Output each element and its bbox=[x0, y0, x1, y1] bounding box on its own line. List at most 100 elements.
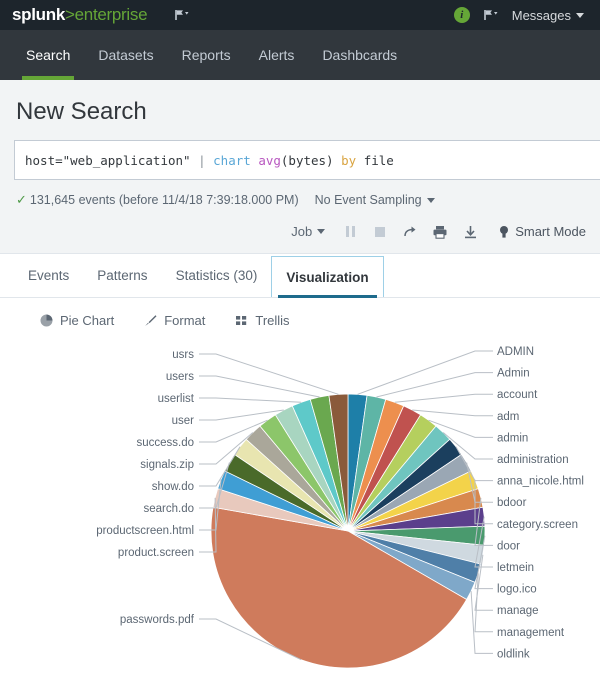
nav-item-datasets[interactable]: Datasets bbox=[84, 30, 167, 80]
tab-label: Visualization bbox=[286, 270, 368, 285]
pie-leader-line bbox=[358, 351, 493, 394]
job-label: Job bbox=[291, 224, 312, 239]
pie-slice-label: account bbox=[497, 389, 538, 401]
pie-slice-label: search.do bbox=[143, 503, 194, 515]
pie-leader-line bbox=[471, 591, 493, 653]
stop-button[interactable] bbox=[365, 221, 395, 243]
pie-slice-label: administration bbox=[497, 454, 569, 466]
download-icon bbox=[463, 225, 478, 239]
pie-chart-icon bbox=[40, 314, 53, 327]
print-icon bbox=[432, 225, 448, 239]
smart-mode-button[interactable]: Smart Mode bbox=[499, 224, 586, 239]
pie-leader-line bbox=[412, 410, 493, 416]
pie-chart-container: ADMINAdminaccountadmadminadministrationa… bbox=[0, 341, 600, 691]
pie-slice-label: product.screen bbox=[118, 547, 194, 559]
tab-label: Statistics (30) bbox=[176, 268, 258, 283]
check-icon: ✓ bbox=[16, 192, 27, 207]
result-tabs: Events Patterns Statistics (30) Visualiz… bbox=[0, 254, 600, 298]
lightbulb-icon bbox=[499, 225, 509, 239]
nav-label: Search bbox=[26, 47, 70, 63]
pause-icon bbox=[346, 226, 355, 237]
pause-button[interactable] bbox=[335, 221, 365, 243]
brand-bar: splunk>enterprise i Messages bbox=[0, 0, 600, 30]
chart-type-button[interactable]: Pie Chart bbox=[30, 310, 124, 331]
pie-slice-label: door bbox=[497, 540, 520, 552]
smart-mode-label: Smart Mode bbox=[515, 224, 586, 239]
format-button[interactable]: Format bbox=[134, 310, 215, 331]
pie-leader-line bbox=[395, 394, 493, 402]
export-button[interactable] bbox=[455, 221, 485, 243]
nav-item-dashboards[interactable]: Dashbcards bbox=[308, 30, 411, 80]
chevron-down-icon bbox=[317, 229, 325, 234]
trellis-button[interactable]: Trellis bbox=[225, 310, 299, 331]
query-token-host: host="web_application" bbox=[25, 153, 198, 168]
nav-label: Alerts bbox=[259, 47, 295, 63]
nav-item-search[interactable]: Search bbox=[12, 30, 84, 80]
pie-slice-label: letmein bbox=[497, 562, 534, 574]
logo-separator: > bbox=[65, 5, 75, 24]
page-title: New Search bbox=[14, 80, 586, 140]
query-token-by: by bbox=[341, 153, 364, 168]
format-label: Format bbox=[164, 313, 205, 328]
chevron-down-icon bbox=[576, 13, 584, 18]
chevron-down-icon bbox=[427, 198, 435, 203]
pie-slice-label: category.screen bbox=[497, 519, 578, 531]
visualization-toolbar: Pie Chart Format Trellis bbox=[0, 298, 600, 341]
nav-label: Reports bbox=[182, 47, 231, 63]
tab-label: Patterns bbox=[97, 268, 147, 283]
messages-menu[interactable]: Messages bbox=[512, 8, 588, 23]
pie-slice-label: ADMIN bbox=[497, 346, 534, 358]
chart-type-label: Pie Chart bbox=[60, 313, 114, 328]
event-count: ✓131,645 events (before 11/4/18 7:39:18.… bbox=[16, 192, 299, 208]
tab-events[interactable]: Events bbox=[14, 254, 83, 297]
splunk-logo[interactable]: splunk>enterprise bbox=[12, 5, 147, 25]
pie-slice-label: management bbox=[497, 627, 565, 639]
pie-leader-line bbox=[475, 573, 493, 632]
pie-slice-label: anna_nicole.html bbox=[497, 476, 584, 488]
pie-slice-label: signals.zip bbox=[140, 459, 194, 471]
tab-visualization[interactable]: Visualization bbox=[271, 256, 383, 297]
pie-chart[interactable]: ADMINAdminaccountadmadminadministrationa… bbox=[0, 341, 600, 691]
search-query-text: host="web_application" | chart avg(bytes… bbox=[25, 153, 394, 168]
query-token-bytes: (bytes) bbox=[281, 153, 341, 168]
search-input[interactable]: host="web_application" | chart avg(bytes… bbox=[14, 140, 600, 180]
query-token-pipe: | bbox=[198, 153, 213, 168]
pie-slice-label: passwords.pdf bbox=[120, 614, 195, 626]
pie-leader-line bbox=[199, 398, 301, 402]
pie-slice-label: userlist bbox=[158, 393, 195, 405]
nav-item-reports[interactable]: Reports bbox=[168, 30, 245, 80]
activity-flag-icon[interactable] bbox=[484, 9, 498, 21]
flag-dropdown-icon[interactable] bbox=[175, 9, 189, 21]
tab-patterns[interactable]: Patterns bbox=[83, 254, 161, 297]
tab-statistics[interactable]: Statistics (30) bbox=[162, 254, 272, 297]
pie-slice-label: oldlink bbox=[497, 648, 530, 660]
pie-leader-line bbox=[377, 373, 494, 397]
flag-icon bbox=[175, 9, 189, 21]
job-menu-button[interactable]: Job bbox=[281, 220, 335, 243]
logo-secondary: enterprise bbox=[75, 5, 148, 24]
grid-icon bbox=[235, 314, 248, 327]
pie-slice-label: manage bbox=[497, 605, 539, 617]
pie-slice-label: user bbox=[172, 415, 195, 427]
search-zone: New Search host="web_application" | char… bbox=[0, 80, 600, 254]
app-nav: Search Datasets Reports Alerts Dashbcard… bbox=[0, 30, 600, 80]
nav-item-alerts[interactable]: Alerts bbox=[245, 30, 309, 80]
event-sampling-dropdown[interactable]: No Event Sampling bbox=[315, 193, 435, 207]
brush-icon bbox=[144, 314, 157, 327]
pie-leader-line bbox=[199, 376, 320, 397]
pie-slice-label: admin bbox=[497, 432, 528, 444]
stop-icon bbox=[375, 227, 385, 237]
pie-slice-label: success.do bbox=[136, 437, 194, 449]
share-button[interactable] bbox=[395, 221, 425, 243]
event-summary-row: ✓131,645 events (before 11/4/18 7:39:18.… bbox=[14, 180, 586, 218]
trellis-label: Trellis bbox=[255, 313, 289, 328]
pie-slice-label: productscreen.html bbox=[96, 525, 194, 537]
info-icon[interactable]: i bbox=[454, 7, 470, 23]
pie-slice-label: users bbox=[166, 371, 194, 383]
print-button[interactable] bbox=[425, 221, 455, 243]
flag-icon bbox=[484, 9, 498, 21]
brand-bar-right: i Messages bbox=[454, 7, 588, 23]
query-token-chart: chart bbox=[213, 153, 258, 168]
pie-slice-label: logo.ico bbox=[497, 584, 537, 596]
share-icon bbox=[403, 225, 418, 239]
